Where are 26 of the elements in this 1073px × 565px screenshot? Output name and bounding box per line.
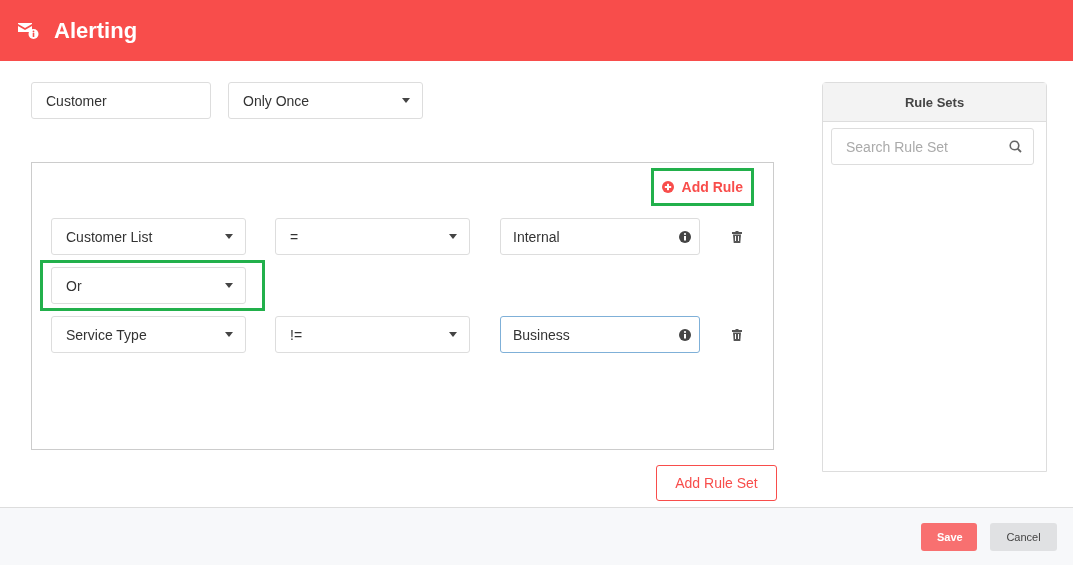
plus-circle-icon (661, 181, 674, 193)
search-field[interactable]: Search Rule Set (831, 128, 1034, 165)
frequency-select[interactable]: Only Once (228, 82, 423, 119)
search-icon (1009, 140, 1022, 153)
caret-icon (402, 98, 410, 103)
field-select[interactable]: Customer List (51, 218, 246, 255)
cancel-button[interactable]: Cancel (990, 522, 1057, 551)
caret-icon (449, 234, 457, 239)
name-field[interactable]: Customer (31, 82, 211, 119)
info-icon[interactable] (679, 328, 691, 341)
trash-icon[interactable] (732, 230, 742, 243)
caret-icon (225, 332, 233, 337)
mail-alert-icon (18, 20, 40, 41)
operator-select[interactable]: = (275, 218, 470, 255)
operator-select[interactable]: != (275, 316, 470, 353)
field-select[interactable]: Service Type (51, 316, 246, 353)
trash-icon[interactable] (732, 328, 742, 341)
logic-select[interactable]: Or (51, 267, 246, 304)
info-icon[interactable] (679, 230, 691, 243)
panel-header: Rule Sets (823, 83, 1046, 122)
caret-icon (225, 234, 233, 239)
value-field[interactable]: Business (500, 316, 700, 353)
caret-icon (449, 332, 457, 337)
value-field[interactable]: Internal (500, 218, 700, 255)
caret-icon (225, 283, 233, 288)
page-title: Alerting (54, 17, 138, 44)
